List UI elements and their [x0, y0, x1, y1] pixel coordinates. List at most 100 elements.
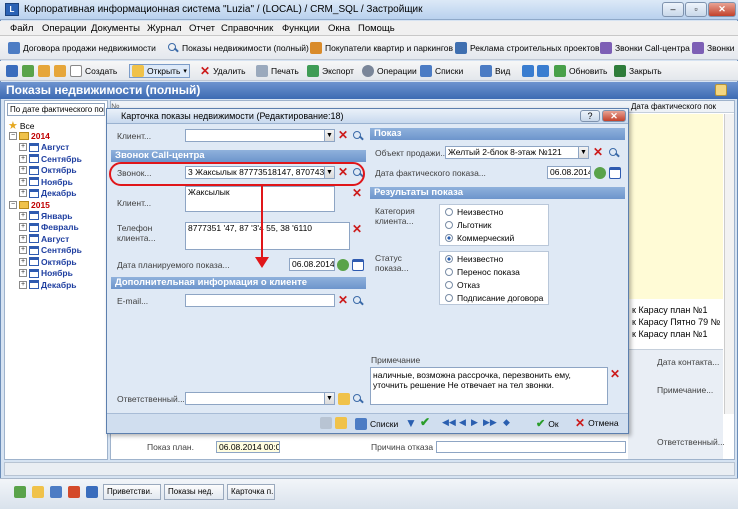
menu-documents[interactable]: Документы — [91, 23, 140, 34]
clear-client2-icon[interactable]: ✕ — [352, 187, 362, 199]
expand-icon[interactable]: + — [19, 154, 27, 163]
last-record-icon[interactable]: ▶▶ — [483, 417, 497, 428]
tree-month[interactable]: + Декабрь — [19, 188, 77, 198]
refusal-reason-field[interactable] — [436, 441, 626, 453]
clear-note-icon[interactable]: ✕ — [610, 368, 620, 380]
menu-windows[interactable]: Окна — [328, 23, 350, 34]
star-icon[interactable] — [54, 65, 66, 77]
task-welcome[interactable]: Приветстви. — [103, 484, 161, 500]
actual-date-field[interactable]: 06.08.2014 — [547, 166, 591, 179]
menu-reference[interactable]: Справочник — [221, 23, 273, 34]
clear-phone-icon[interactable]: ✕ — [352, 223, 362, 235]
tb-buyers[interactable]: Покупатели квартир и паркингов — [310, 41, 453, 55]
folder-icon[interactable] — [32, 486, 44, 498]
menu-functions[interactable]: Функции — [282, 23, 319, 34]
expand-icon[interactable]: + — [19, 211, 27, 220]
dialog-close-button[interactable]: ✕ — [602, 110, 626, 122]
tree-month[interactable]: + Февраль — [19, 222, 79, 232]
client2-field[interactable]: Жаксылык — [185, 186, 335, 212]
expand-icon[interactable]: + — [19, 257, 27, 266]
radio-option[interactable]: Подписание договора — [445, 293, 543, 303]
radio-option[interactable]: Льготник — [445, 220, 492, 230]
expand-icon[interactable]: + — [19, 177, 27, 186]
lists-button[interactable]: Списки — [418, 64, 465, 78]
app2-icon[interactable] — [68, 486, 80, 498]
note-field[interactable]: наличные, возможна рассрочка, перезвонит… — [370, 367, 608, 405]
panel-pin-icon[interactable] — [715, 84, 727, 96]
create-button[interactable]: Создать — [68, 64, 119, 78]
radio-icon[interactable] — [445, 208, 453, 216]
clear-email-icon[interactable]: ✕ — [338, 294, 348, 306]
calendar-icon[interactable] — [352, 259, 364, 271]
radio-option[interactable]: Коммерческий — [445, 233, 514, 243]
view-button[interactable]: Вид — [478, 64, 512, 78]
task-showings[interactable]: Показы нед. — [164, 484, 224, 500]
radio-icon[interactable] — [445, 221, 453, 229]
planned-date-field[interactable]: 06.08.2014 — [289, 258, 335, 271]
maximize-button[interactable]: ▫ — [685, 2, 707, 17]
prev-record-icon[interactable]: ◀ — [459, 417, 466, 428]
next-record-icon[interactable]: ▶ — [471, 417, 478, 428]
tb-calls2[interactable]: Звонки — [692, 41, 734, 55]
minimize-button[interactable]: – — [662, 2, 684, 17]
print-button[interactable]: Печать — [254, 64, 301, 78]
radio-option[interactable]: Перенос показа — [445, 267, 520, 277]
tree-month[interactable]: + Декабрь — [19, 280, 77, 290]
check-icon[interactable]: ✔ — [420, 415, 430, 429]
radio-icon[interactable] — [445, 281, 453, 289]
close-window-button[interactable]: ✕ — [708, 2, 736, 17]
export-button[interactable]: Экспорт — [305, 64, 356, 78]
phone-field[interactable]: 8777351 '47, 87 '3'4 55, 38 '6110 — [185, 222, 350, 250]
calendar-icon[interactable] — [609, 167, 621, 179]
app3-icon[interactable] — [86, 486, 98, 498]
expand-icon[interactable]: + — [19, 189, 27, 197]
refresh-button[interactable]: Обновить — [552, 64, 610, 78]
tree-month[interactable]: + Сентябрь — [19, 154, 82, 164]
radio-option[interactable]: Неизвестно — [445, 207, 503, 217]
task-card[interactable]: Карточка п. — [227, 484, 275, 500]
app-icon[interactable] — [50, 486, 62, 498]
clear-client-icon[interactable]: ✕ — [338, 129, 348, 141]
menu-journal[interactable]: Журнал — [147, 23, 182, 34]
sort-icon[interactable] — [522, 65, 534, 77]
tree-month[interactable]: + Ноябрь — [19, 268, 73, 278]
tree-month[interactable]: + Октябрь — [19, 257, 77, 267]
radio-icon[interactable] — [445, 268, 453, 276]
menu-help[interactable]: Помощь — [358, 23, 395, 34]
expand-icon[interactable]: + — [19, 166, 27, 174]
lists-dialog-button[interactable]: Списки — [355, 418, 398, 430]
email-field[interactable] — [185, 294, 335, 307]
tree-month[interactable]: + Октябрь — [19, 165, 77, 175]
radio-icon[interactable] — [445, 234, 453, 242]
chevron-down-icon[interactable]: ▼ — [324, 393, 334, 404]
refresh-date-icon[interactable] — [594, 167, 606, 179]
ok-button[interactable]: ✔ Ок — [536, 417, 559, 430]
chevron-down-icon[interactable]: ▼ — [324, 130, 334, 141]
responsible-field[interactable]: ▼ — [185, 392, 335, 405]
cancel-button[interactable]: ✕ Отмена — [575, 417, 619, 429]
desktop-icon[interactable] — [14, 486, 26, 498]
menu-report[interactable]: Отчет — [189, 23, 215, 34]
help-button[interactable]: ? — [580, 110, 600, 122]
folder-icon[interactable] — [38, 65, 50, 77]
radio-option[interactable]: Неизвестно — [445, 254, 503, 264]
tb-contracts[interactable]: Договора продажи недвижимости — [8, 41, 156, 55]
client-field[interactable]: ▼ — [185, 129, 335, 142]
tree-month[interactable]: + Август — [19, 142, 69, 152]
home-icon[interactable] — [6, 65, 18, 77]
copy-icon[interactable] — [320, 417, 332, 429]
expand-icon[interactable]: + — [19, 223, 27, 231]
clear-object-icon[interactable]: ✕ — [593, 146, 603, 158]
expand-icon[interactable]: + — [19, 246, 27, 254]
collapse-icon[interactable]: − — [9, 200, 17, 209]
filter-icon[interactable]: ▼ — [405, 416, 417, 430]
tb-showings[interactable]: Показы недвижимости (полный) — [167, 41, 309, 55]
tree-month[interactable]: + Ноябрь — [19, 177, 73, 187]
operations-button[interactable]: Операции — [360, 64, 419, 78]
refresh-date-icon[interactable] — [337, 259, 349, 271]
refresh-small-icon[interactable] — [22, 65, 34, 77]
collapse-icon[interactable]: − — [9, 132, 17, 140]
first-record-icon[interactable]: ◀◀ — [442, 417, 456, 428]
radio-icon[interactable] — [445, 294, 453, 302]
expand-icon[interactable]: + — [19, 143, 27, 151]
